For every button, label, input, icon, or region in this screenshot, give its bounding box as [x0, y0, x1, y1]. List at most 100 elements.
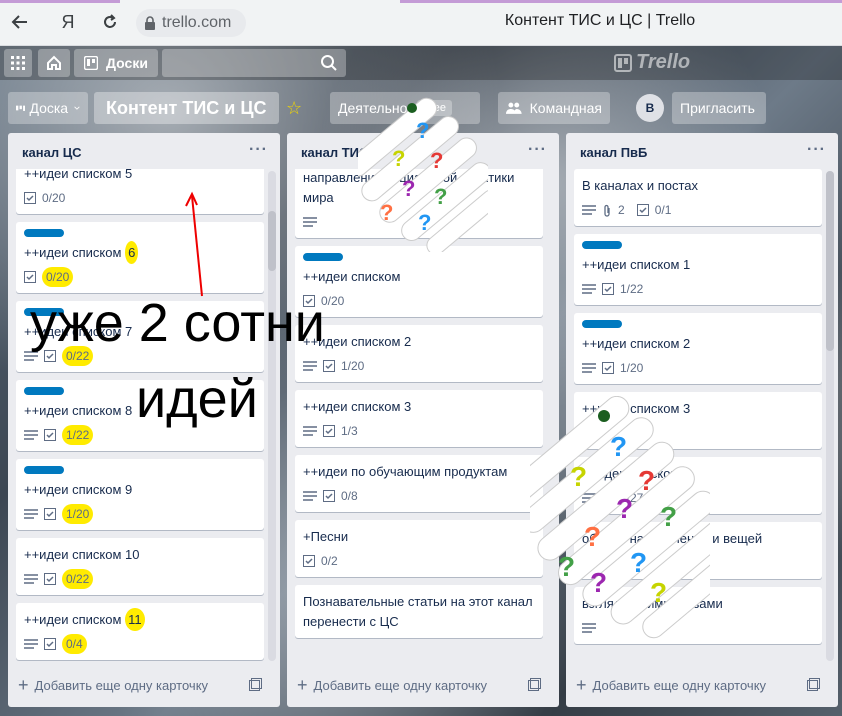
list-title[interactable]: канал ПвБ — [566, 133, 838, 169]
list-scrollbar[interactable] — [268, 171, 276, 661]
description-icon — [24, 639, 38, 649]
checklist-badge: 0/4 — [44, 634, 87, 654]
annotation-text-line1: уже 2 сотни — [30, 293, 325, 353]
question-sticker-icon: ? ? ? ? ? ? ? — [358, 97, 488, 252]
checklist-icon — [44, 638, 56, 650]
card[interactable]: ++идеи списком 2 1/20 — [295, 325, 543, 382]
apps-icon[interactable] — [4, 49, 32, 77]
card-title: ++идеи списком 2 — [303, 334, 412, 349]
board-view-icon — [16, 105, 26, 111]
checklist-count: 1/3 — [341, 424, 358, 438]
team-label: Командная — [529, 100, 602, 116]
lock-icon — [145, 16, 155, 30]
browser-toolbar: Я trello.com Контент ТИС и ЦС | Trello — [0, 0, 842, 46]
list-title[interactable]: канал ЦС — [8, 133, 280, 169]
scrollbar-thumb[interactable] — [268, 211, 276, 271]
svg-text:?: ? — [584, 521, 601, 552]
list-scrollbar[interactable] — [826, 171, 834, 661]
plus-icon: + — [297, 674, 308, 695]
card[interactable]: Познавательные статьи на этот канал пере… — [295, 585, 543, 638]
checklist-icon — [44, 508, 56, 520]
card[interactable]: ++идеи по обучающим продуктам 0/8 — [295, 455, 543, 512]
board-title[interactable]: Контент ТИС и ЦС — [94, 92, 279, 124]
svg-text:?: ? — [570, 461, 587, 492]
list-menu-icon[interactable]: ··· — [528, 141, 547, 159]
card[interactable]: ++идеи списком 1 1/22 — [574, 234, 822, 305]
star-icon[interactable]: ☆ — [286, 98, 302, 119]
trello-logo[interactable]: Trello — [614, 51, 690, 74]
svg-text:?: ? — [630, 547, 647, 578]
checklist-badge: 1/22 — [602, 282, 643, 296]
search-input[interactable] — [162, 49, 346, 77]
card[interactable]: В каналах и постах 2 0/1 — [574, 169, 822, 226]
description-icon — [303, 491, 317, 501]
list-menu-icon[interactable]: ··· — [807, 141, 826, 159]
reload-icon[interactable] — [98, 10, 122, 34]
card[interactable]: ++идеи списком 5 0/20 — [16, 169, 264, 214]
checklist-count: 0/20 — [42, 267, 74, 287]
card-title: ++идеи списком 2 — [582, 336, 691, 351]
paperclip-icon — [604, 204, 610, 217]
trello-logo-text: Trello — [636, 51, 691, 73]
checklist-count: 1/20 — [62, 504, 94, 524]
team-icon — [506, 102, 522, 114]
add-card-button[interactable]: + Добавить еще одну карточку — [576, 671, 828, 699]
svg-text:?: ? — [434, 184, 447, 209]
description-icon — [303, 361, 317, 371]
svg-text:?: ? — [590, 567, 607, 598]
scrollbar-thumb[interactable] — [826, 171, 834, 351]
boards-button[interactable]: Доски — [74, 49, 158, 77]
card[interactable]: ++идеи списком 11 0/4 — [16, 603, 264, 660]
card[interactable]: ++идеи списком 9 1/20 — [16, 459, 264, 530]
add-card-label: Добавить еще одну карточку — [34, 677, 209, 693]
avatar[interactable]: В — [636, 94, 664, 122]
card-label — [24, 466, 64, 474]
card-title: +Песни — [303, 529, 349, 544]
list-menu-icon[interactable]: ··· — [249, 141, 268, 159]
tab-accent — [0, 0, 120, 3]
card-title-highlight: 6 — [125, 241, 139, 264]
svg-text:?: ? — [392, 146, 405, 171]
plus-icon: + — [18, 674, 29, 695]
question-sticker-icon: ? ? ? ? ? ? ? ? ? ? — [530, 396, 710, 639]
checklist-badge: 0/1 — [636, 203, 672, 217]
description-icon — [303, 217, 317, 227]
invite-button[interactable]: Пригласить — [672, 92, 766, 124]
back-icon[interactable] — [8, 10, 32, 34]
svg-text:?: ? — [650, 577, 667, 608]
add-card-button[interactable]: + Добавить еще одну карточку — [18, 671, 270, 699]
template-icon[interactable] — [807, 678, 820, 691]
board-switcher-button[interactable]: Доска — [8, 92, 88, 124]
team-visibility-button[interactable]: Командная — [498, 92, 610, 124]
card[interactable]: +Песни 0/2 — [295, 520, 543, 577]
template-icon[interactable] — [249, 678, 262, 691]
checklist-count: 0/2 — [321, 554, 338, 568]
card-label — [303, 253, 343, 261]
card[interactable]: ++идеи списком 6 0/20 — [16, 222, 264, 293]
checklist-icon — [636, 204, 649, 216]
yandex-button[interactable]: Я — [56, 10, 80, 34]
card-title-highlight: 11 — [125, 608, 145, 631]
checklist-count: 0/1 — [654, 203, 672, 217]
chevron-down-icon — [74, 106, 80, 110]
annotation-text-line2: идей — [136, 369, 258, 429]
attachment-count: 2 — [618, 203, 625, 217]
checklist-icon — [323, 425, 335, 437]
home-icon[interactable] — [38, 49, 70, 77]
card[interactable]: ++идеи списком 3 1/3 — [295, 390, 543, 447]
address-bar[interactable]: trello.com — [136, 9, 246, 37]
page-title: Контент ТИС и ЦС | Trello — [504, 12, 696, 29]
card-title: ++идеи списком — [24, 612, 126, 627]
tab-accent — [400, 0, 842, 3]
add-card-button[interactable]: + Добавить еще одну карточку — [297, 671, 549, 699]
card[interactable]: ++идеи списком 10 0/22 — [16, 538, 264, 595]
template-icon[interactable] — [528, 678, 541, 691]
checklist-icon — [323, 490, 335, 502]
card[interactable]: ++идеи списком 0/20 — [295, 246, 543, 317]
checklist-icon — [323, 360, 335, 372]
svg-text:?: ? — [430, 148, 443, 173]
checklist-icon — [24, 192, 36, 204]
card[interactable]: ++идеи списком 2 1/20 — [574, 313, 822, 384]
checklist-badge: 0/20 — [24, 267, 74, 287]
boards-label: Доски — [106, 55, 148, 71]
